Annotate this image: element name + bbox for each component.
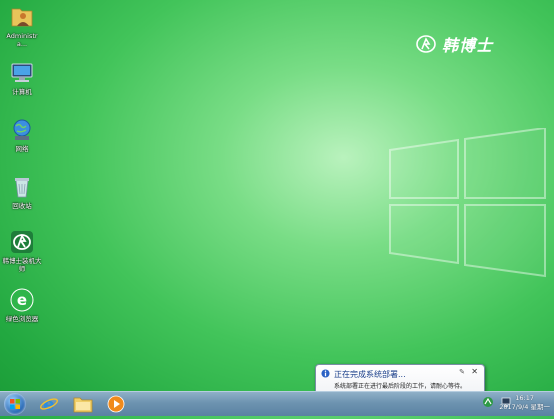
icon-label: 韩博士装机大师 [2, 257, 42, 273]
taskbar-explorer-button[interactable] [70, 393, 96, 415]
notification-title: 正在完成系统部署... [334, 370, 406, 379]
icon-label: 网络 [15, 145, 29, 153]
close-icon[interactable]: ✕ [471, 367, 478, 376]
brand-text: 韩博士 [442, 36, 494, 55]
network-icon [13, 119, 31, 140]
desktop: 韩博士 Administra... 计算机 网络 回收站 韩博士装机大师 e 绿… [0, 0, 554, 391]
desktop-icon-computer[interactable]: 计算机 [2, 60, 42, 96]
svg-text:e: e [17, 291, 27, 309]
green-browser-icon: e [10, 288, 34, 312]
taskbar-media-player-button[interactable] [103, 393, 129, 415]
tray-app-icon[interactable] [482, 396, 494, 408]
clock-time: 16:17 [515, 394, 534, 402]
windows-flag-icon [10, 399, 20, 409]
computer-icon [11, 63, 33, 82]
icon-label: 绿色浏览器 [5, 315, 39, 323]
svg-text:e: e [43, 394, 54, 414]
taskbar-ie-button[interactable]: e [36, 393, 62, 415]
desktop-icon-recycle-bin[interactable]: 回收站 [2, 174, 42, 210]
ie-icon: e [40, 394, 58, 414]
system-notification[interactable]: 正在完成系统部署... ✎ ✕ 系统部署正在进行最后阶段的工作，请耐心等待。 [315, 364, 485, 391]
media-player-icon [107, 395, 125, 413]
pin-icon[interactable]: ✎ [459, 368, 465, 376]
folder-user-icon [11, 8, 33, 27]
icon-label: 回收站 [12, 202, 32, 210]
icon-label: Administra... [6, 32, 38, 48]
info-icon [321, 369, 330, 378]
desktop-icon-network[interactable]: 网络 [2, 117, 42, 153]
desktop-icon-administrator[interactable]: Administra... [2, 4, 42, 48]
desktop-icon-green-browser[interactable]: e 绿色浏览器 [2, 287, 42, 323]
icon-label: 计算机 [12, 88, 32, 96]
start-orb-icon[interactable] [4, 393, 26, 415]
hanboshi-app-icon [11, 231, 33, 253]
taskbar: e 16:17 2017/9/4 星期一 [0, 391, 554, 416]
brand-mark-icon [416, 35, 436, 53]
explorer-icon [73, 397, 93, 413]
clock-date: 2017/9/4 星期一 [499, 403, 550, 411]
desktop-icon-hanboshi[interactable]: 韩博士装机大师 [2, 229, 42, 273]
recycle-bin-icon [15, 178, 29, 198]
taskbar-clock[interactable]: 16:17 2017/9/4 星期一 [499, 394, 550, 412]
windows-logo-watermark [389, 128, 546, 278]
notification-body: 系统部署正在进行最后阶段的工作，请耐心等待。 [334, 383, 467, 390]
brand-logo: 韩博士 [416, 32, 493, 56]
